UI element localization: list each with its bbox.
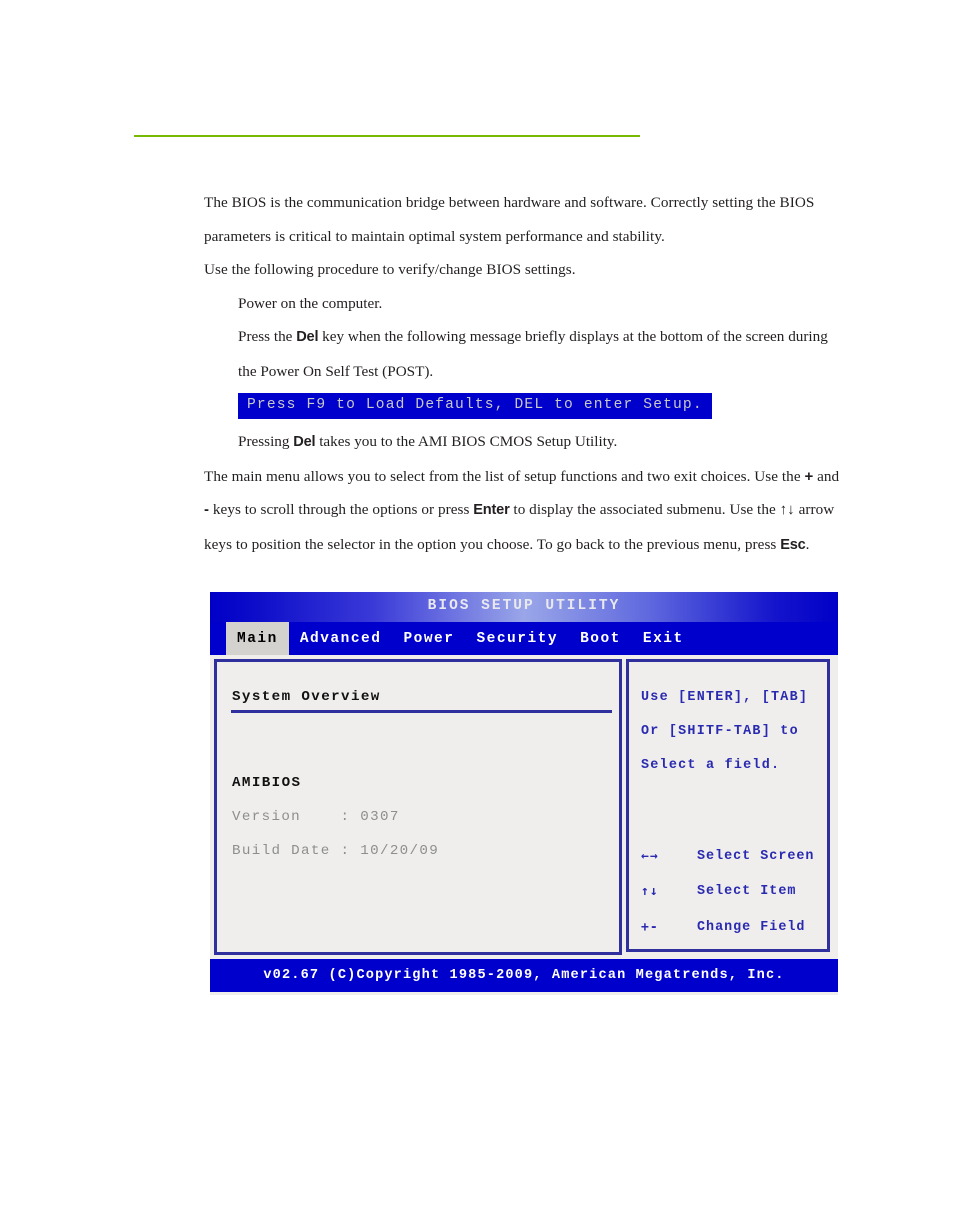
bios-version-row: Version : 0307 xyxy=(232,809,400,825)
bios-footer: v02.67 (C)Copyright 1985-2009, American … xyxy=(210,959,838,992)
system-overview-divider xyxy=(231,710,612,713)
key-del-1: Del xyxy=(296,329,319,345)
bios-tab-advanced[interactable]: Advanced xyxy=(289,622,393,655)
key-arrow-updown: ↑↓ xyxy=(779,501,795,518)
procedure-step-list: Power on the computer. Press the Del key… xyxy=(204,287,844,389)
bios-menubar: Main Advanced Power Security Boot Exit xyxy=(210,622,838,655)
amibios-label: AMIBIOS xyxy=(232,775,302,791)
help-text-line-1: Use [ENTER], [TAB] xyxy=(641,690,809,705)
bios-build-date-row: Build Date : 10/20/09 xyxy=(232,843,440,859)
key-del-2: Del xyxy=(293,434,316,450)
step-3-text-pre: Pressing xyxy=(238,433,294,450)
post-message-banner: Press F9 to Load Defaults, DEL to enter … xyxy=(238,393,712,419)
system-overview-panel: System Overview AMIBIOS Version : 0307 B… xyxy=(214,659,622,955)
legend-change-field-label: Change Field xyxy=(697,920,806,935)
bios-tab-main[interactable]: Main xyxy=(226,622,289,655)
key-plus: + xyxy=(804,467,814,485)
key-enter: Enter xyxy=(473,502,510,518)
closing-paragraph: The main menu allows you to select from … xyxy=(204,460,844,563)
bios-tab-security[interactable]: Security xyxy=(465,622,569,655)
legend-select-screen: ←→ Select Screen xyxy=(641,849,814,864)
bios-title: BIOS SETUP UTILITY xyxy=(427,598,621,614)
left-right-arrow-icon: ←→ xyxy=(641,849,659,864)
system-overview-heading: System Overview xyxy=(232,689,381,705)
bios-tab-boot[interactable]: Boot xyxy=(569,622,632,655)
closing-seg-2: and xyxy=(813,467,840,485)
closing-seg-4: to display the associated submenu. Use t… xyxy=(509,501,780,518)
bios-content-area: System Overview AMIBIOS Version : 0307 B… xyxy=(210,655,838,959)
header-accent-rule xyxy=(134,135,640,137)
bios-tab-power[interactable]: Power xyxy=(392,622,465,655)
document-body: The BIOS is the communication bridge bet… xyxy=(204,186,844,562)
bios-copyright-text: v02.67 (C)Copyright 1985-2009, American … xyxy=(263,968,785,983)
bios-titlebar: BIOS SETUP UTILITY xyxy=(210,592,838,622)
legend-select-screen-label: Select Screen xyxy=(697,849,815,864)
plus-minus-icon: +- xyxy=(641,920,659,935)
legend-change-field: +- Change Field xyxy=(641,920,805,935)
key-esc: Esc xyxy=(780,536,806,553)
closing-seg-3: keys to scroll through the options or pr… xyxy=(209,501,474,518)
help-text-line-3: Select a field. xyxy=(641,758,781,773)
bios-setup-screen: BIOS SETUP UTILITY Main Advanced Power S… xyxy=(210,592,838,995)
post-message-container: Press F9 to Load Defaults, DEL to enter … xyxy=(204,393,844,419)
step-3-text-post: takes you to the AMI BIOS CMOS Setup Uti… xyxy=(315,433,618,450)
bios-tab-exit[interactable]: Exit xyxy=(632,622,695,655)
closing-seg-1: The main menu allows you to select from … xyxy=(204,467,805,485)
step-2-text-pre: Press the xyxy=(238,328,297,345)
legend-select-item: ↑↓ Select Item xyxy=(641,884,796,899)
intro-paragraph-1: The BIOS is the communication bridge bet… xyxy=(204,194,815,245)
procedure-step-2: Press the Del key when the following mes… xyxy=(204,320,844,388)
intro-paragraph-2: Use the following procedure to verify/ch… xyxy=(204,261,576,278)
up-down-arrow-icon: ↑↓ xyxy=(641,884,659,899)
bios-help-panel: Use [ENTER], [TAB] Or [SHITF-TAB] to Sel… xyxy=(626,659,830,952)
closing-seg-6: . xyxy=(805,535,810,553)
step-1-text: Power on the computer. xyxy=(238,294,383,312)
procedure-step-3: Pressing Del takes you to the AMI BIOS C… xyxy=(204,425,844,460)
procedure-step-1: Power on the computer. xyxy=(204,287,844,321)
step-2-text-post: key when the following message briefly d… xyxy=(238,328,828,380)
help-text-line-2: Or [SHITF-TAB] to xyxy=(641,724,799,739)
procedure-step-list-continued: Pressing Del takes you to the AMI BIOS C… xyxy=(204,425,844,460)
legend-select-item-label: Select Item xyxy=(697,884,797,899)
